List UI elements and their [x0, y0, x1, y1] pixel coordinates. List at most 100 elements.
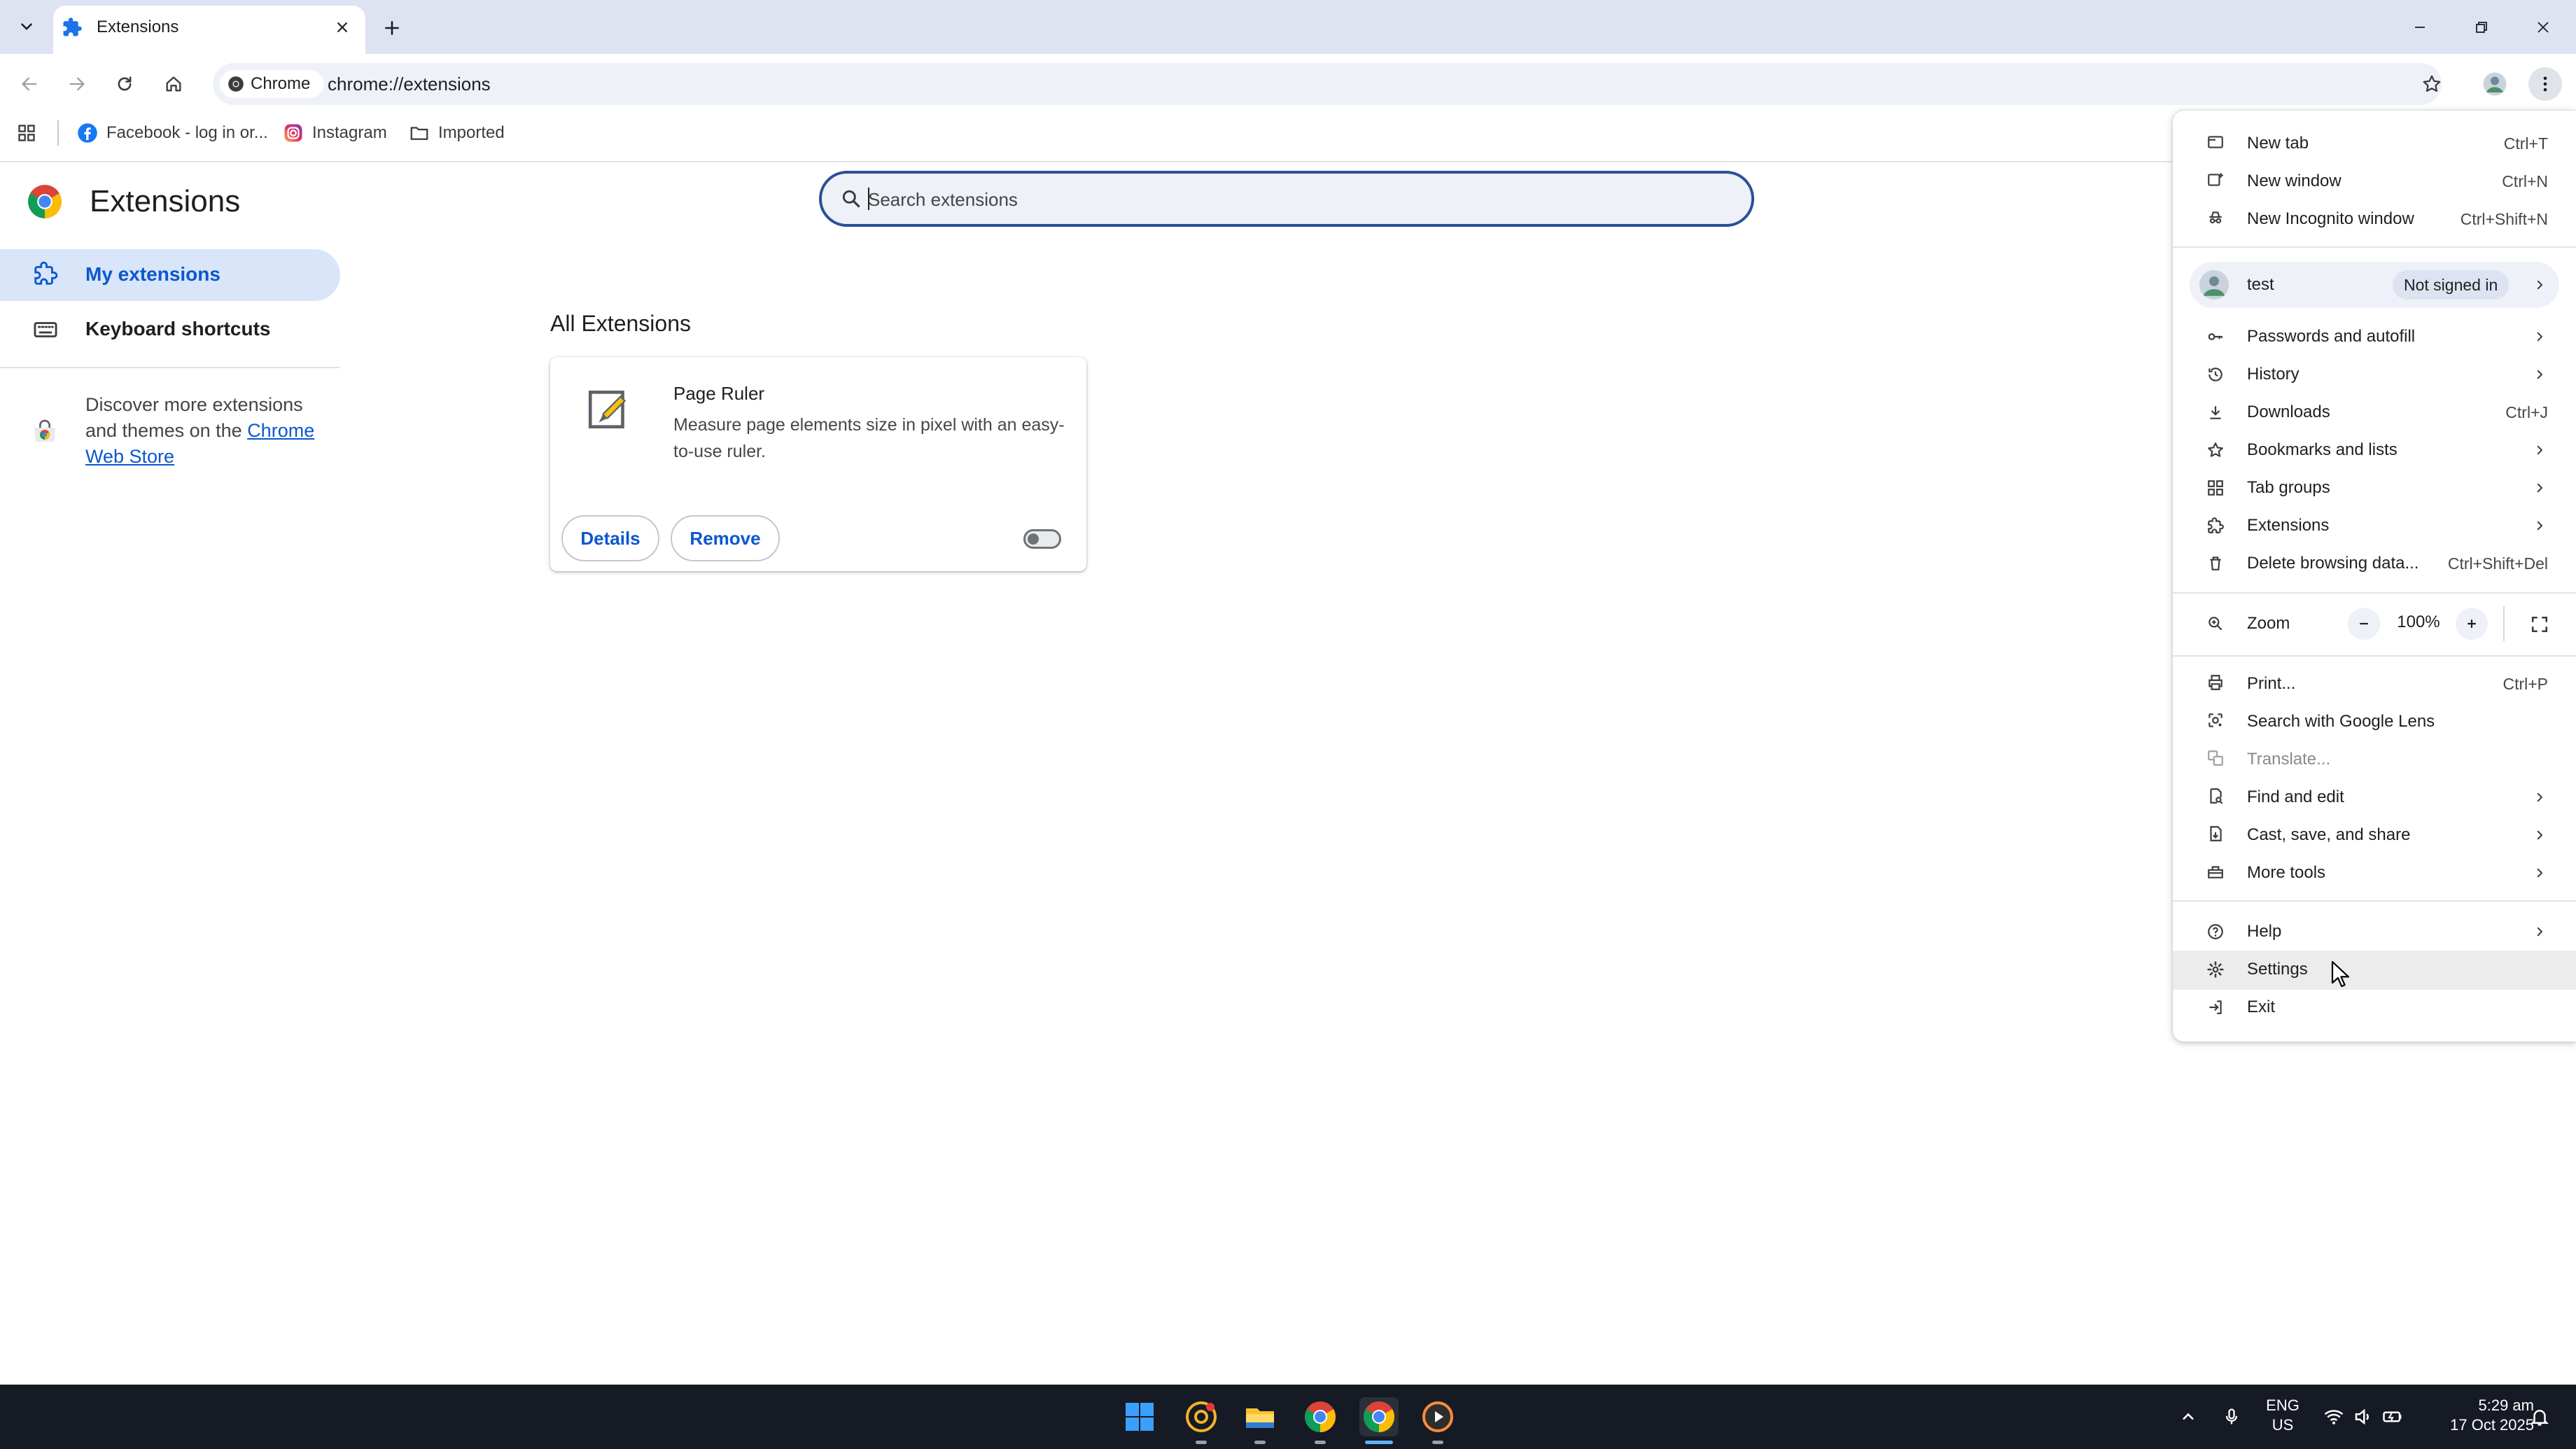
zoom-out-button[interactable] — [2348, 608, 2380, 640]
zoom-in-button[interactable] — [2456, 608, 2488, 640]
battery-status[interactable] — [2373, 1397, 2412, 1436]
menu-item-label: Settings — [2247, 960, 2308, 979]
sidebar-item-keyboard-shortcuts[interactable]: Keyboard shortcuts — [85, 316, 271, 342]
chevron-right-icon — [2531, 364, 2548, 385]
page-ruler-icon — [584, 384, 636, 435]
menu-item-extensions[interactable] — [2173, 507, 2576, 545]
bookmark-instagram[interactable]: Instagram — [283, 119, 387, 147]
tray-overflow-button[interactable] — [2169, 1397, 2208, 1436]
bookmark-facebook[interactable]: Facebook - log in or... — [77, 119, 268, 147]
chevron-right-icon — [2531, 326, 2548, 347]
lens-icon — [2205, 710, 2226, 731]
menu-item-label: Help — [2247, 922, 2282, 941]
new-tab-button[interactable] — [378, 14, 406, 42]
chrome-menu-button[interactable] — [2528, 67, 2562, 101]
web-store-icon — [31, 417, 59, 445]
taskbar-app-chrome[interactable] — [1301, 1397, 1340, 1436]
menu-item-settings[interactable] — [2173, 951, 2576, 990]
file-explorer-icon — [1246, 1408, 1274, 1428]
menu-item-help[interactable] — [2173, 913, 2576, 951]
url-text[interactable]: chrome://extensions — [328, 73, 491, 95]
new-tab-icon — [2205, 132, 2226, 153]
avatar-icon — [2483, 72, 2507, 96]
bookmark-folder-imported[interactable]: Imported — [409, 119, 505, 147]
menu-item-find-and-edit[interactable] — [2173, 777, 2576, 815]
menu-item-label: Passwords and autofill — [2247, 327, 2416, 346]
chevron-right-icon — [2531, 440, 2548, 461]
menu-separator — [2173, 900, 2576, 902]
tab-close-button[interactable] — [330, 15, 354, 39]
details-button[interactable]: Details — [561, 515, 659, 561]
input-language[interactable]: ENG US — [2265, 1396, 2300, 1435]
menu-separator — [2173, 246, 2576, 248]
instagram-icon — [284, 124, 302, 142]
avatar — [2199, 270, 2229, 300]
running-indicator — [1315, 1441, 1326, 1444]
taskbar-app-file-explorer[interactable] — [1240, 1397, 1280, 1436]
site-info-chip[interactable]: Chrome — [220, 70, 325, 98]
close-icon — [2538, 22, 2549, 33]
reload-button[interactable] — [108, 67, 141, 101]
search-input[interactable] — [867, 183, 1709, 216]
menu-item-history[interactable] — [2173, 356, 2576, 393]
apps-grid-icon — [18, 125, 35, 141]
search-icon — [840, 188, 862, 210]
chevron-right-icon — [2531, 515, 2548, 536]
start-button[interactable] — [1120, 1397, 1159, 1436]
media-player-icon — [1422, 1401, 1453, 1432]
zoom-icon — [2205, 613, 2226, 634]
help-icon — [2205, 921, 2226, 942]
plus-icon — [2468, 620, 2476, 628]
star-icon — [2423, 75, 2441, 92]
taskbar-app-chrome-canary[interactable] — [1182, 1397, 1221, 1436]
system-clock[interactable]: 5:29 am 17 Oct 2025 — [2408, 1396, 2534, 1435]
fullscreen-button[interactable] — [2524, 609, 2555, 640]
tab-search-button[interactable] — [10, 10, 43, 43]
window-close-button[interactable] — [2517, 10, 2569, 45]
forward-button[interactable] — [60, 67, 94, 101]
notification-bell-icon — [2530, 1410, 2549, 1426]
trash-icon — [2205, 553, 2226, 574]
tab-title: Extensions — [97, 18, 179, 36]
arrow-left-icon — [22, 77, 37, 91]
running-indicator — [1432, 1441, 1443, 1444]
section-heading: All Extensions — [550, 311, 691, 336]
chrome-icon — [228, 76, 244, 92]
chevron-up-icon — [2183, 1413, 2194, 1420]
menu-item-tab-groups[interactable] — [2173, 469, 2576, 507]
sidebar-item-label: My extensions — [85, 263, 220, 285]
tab-groups-icon — [2205, 477, 2226, 498]
windows-start-icon — [1126, 1403, 1154, 1431]
menu-item-label: New tab — [2247, 134, 2309, 153]
discover-text: Discover more extensions and themes on t… — [85, 392, 323, 470]
address-bar[interactable] — [213, 63, 2442, 105]
taskbar-app-media-player[interactable] — [1418, 1397, 1457, 1436]
remove-button[interactable]: Remove — [671, 515, 780, 561]
print-icon — [2205, 672, 2226, 693]
menu-item-exit[interactable] — [2173, 988, 2576, 1026]
menu-item-label: Print... — [2247, 674, 2296, 693]
home-button[interactable] — [157, 67, 190, 101]
bookmark-label: Imported — [438, 123, 505, 142]
profile-button[interactable] — [2478, 67, 2512, 101]
chevron-down-icon — [21, 23, 32, 30]
zoom-level: 100% — [2397, 612, 2440, 631]
notifications-button[interactable] — [2520, 1397, 2559, 1436]
cast-icon — [2205, 823, 2226, 844]
menu-item-more-tools[interactable] — [2173, 853, 2576, 890]
restore-button[interactable] — [2456, 10, 2507, 45]
menu-item-label: Search with Google Lens — [2247, 712, 2435, 731]
incognito-icon — [2205, 207, 2226, 228]
microphone-icon — [2225, 1408, 2238, 1424]
minimize-button[interactable] — [2394, 10, 2446, 45]
menu-item-shortcut: Ctrl+N — [2502, 172, 2548, 190]
back-button[interactable] — [13, 67, 46, 101]
page-title: Extensions — [90, 184, 241, 218]
bookmark-star-button[interactable] — [2415, 67, 2449, 101]
microphone-button[interactable] — [2212, 1397, 2251, 1436]
apps-button[interactable] — [10, 116, 43, 150]
chrome-icon — [1364, 1401, 1394, 1432]
site-chip-label: Chrome — [251, 74, 311, 93]
taskbar-app-chrome-active[interactable] — [1359, 1397, 1399, 1436]
menu-item-label: Tab groups — [2247, 478, 2330, 497]
